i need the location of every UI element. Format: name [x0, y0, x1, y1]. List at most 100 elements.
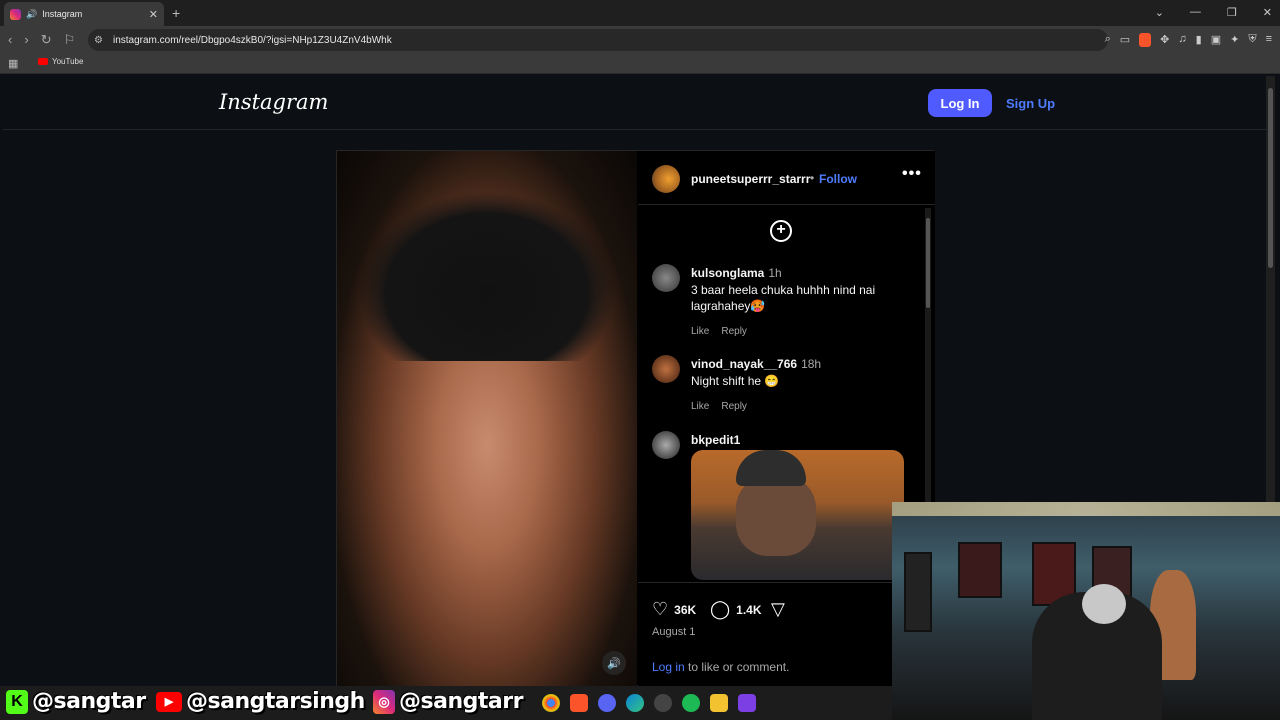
comments-list[interactable]: + kulsonglama 1h 3 baar heela chuka huhhh…: [638, 206, 935, 582]
like-link[interactable]: Like: [691, 326, 709, 337]
comment-time: 18h: [801, 357, 822, 371]
reply-link[interactable]: Reply: [721, 326, 747, 337]
wallet-icon[interactable]: ▣: [1211, 33, 1221, 47]
kick-handle: K @sangtar: [6, 689, 146, 714]
share-icon[interactable]: ▽: [771, 599, 785, 620]
bookmark-youtube[interactable]: YouTube: [38, 57, 83, 66]
login-link[interactable]: Log in: [652, 660, 685, 674]
close-icon[interactable]: ✕: [149, 8, 158, 21]
address-bar: ‹ › ↻ ⚐ ⚙ instagram.com/reel/Dbgpo4szkB0…: [0, 26, 1280, 54]
youtube-icon: ▶: [156, 691, 182, 712]
heart-icon[interactable]: ♡: [652, 599, 668, 620]
comment-username[interactable]: bkpedit1: [691, 433, 740, 447]
edge-icon[interactable]: [626, 694, 644, 712]
instagram-favicon-icon: [10, 8, 21, 20]
forward-icon[interactable]: ›: [24, 32, 28, 48]
spotify-icon[interactable]: [682, 694, 700, 712]
scrollbar-thumb[interactable]: [926, 218, 930, 308]
comment-user-text[interactable]: kulsonglama: [691, 266, 764, 280]
url-field[interactable]: ⚙ instagram.com/reel/Dbgpo4szkB0/?igsi=N…: [88, 29, 1108, 51]
chrome-icon[interactable]: [542, 694, 560, 712]
like-count: 36K: [674, 602, 697, 617]
zoom-icon[interactable]: ⌕: [1105, 33, 1111, 47]
avatar[interactable]: [652, 264, 680, 292]
reply-link[interactable]: Reply: [721, 401, 747, 412]
avatar[interactable]: [652, 355, 680, 383]
leo-icon[interactable]: ✦: [1230, 33, 1239, 47]
speaker-icon[interactable]: 🔊: [26, 9, 37, 20]
kick-handle-text: @sangtar: [32, 689, 146, 714]
instagram-handle-text: @sangtarr: [399, 689, 523, 714]
kick-icon: K: [6, 689, 28, 714]
brave-shield-icon[interactable]: [1139, 33, 1152, 47]
comment-gif-image[interactable]: [691, 450, 904, 580]
comment-time: 1h: [768, 266, 782, 280]
wall-poster: [958, 542, 1002, 598]
post-username[interactable]: puneetsuperrr_starrr: [691, 172, 810, 186]
new-tab-icon[interactable]: +: [172, 5, 180, 21]
edit-app-icon[interactable]: [738, 694, 756, 712]
obs-icon[interactable]: [654, 694, 672, 712]
post-header: puneetsuperrr_starrr • Follow •••: [638, 151, 935, 205]
browser-tab-bar: 🔊 Instagram ✕ + ⌄ — ❐ ✕: [0, 0, 1280, 26]
comment-text: Night shift he 😁: [691, 374, 780, 388]
extension-icons: ⌕ ▭ ✥ ♫ ▮ ▣ ✦ ⛨ ≡: [1105, 33, 1272, 47]
discord-icon[interactable]: [598, 694, 616, 712]
restore-icon[interactable]: ❐: [1227, 6, 1237, 19]
reel-video[interactable]: 🔊: [337, 151, 637, 687]
reel-card: 🔊 puneetsuperrr_starrr • Follow ••• + ku…: [336, 150, 935, 687]
close-window-icon[interactable]: ✕: [1263, 6, 1272, 19]
cast-icon[interactable]: ▭: [1120, 33, 1130, 47]
file-explorer-icon[interactable]: [710, 694, 728, 712]
more-options-icon[interactable]: •••: [902, 165, 922, 183]
avatar[interactable]: [652, 165, 680, 193]
comment-username[interactable]: kulsonglama 1h: [691, 266, 782, 280]
bookmark-icon[interactable]: ⚐: [64, 32, 76, 48]
browser-tab[interactable]: 🔊 Instagram ✕: [4, 2, 164, 26]
extensions-icon[interactable]: ✥: [1160, 33, 1169, 47]
comment-count: 1.4K: [736, 602, 762, 617]
comment-user-text[interactable]: vinod_nayak__766: [691, 357, 797, 371]
ig-header: Instagram Log In Sign Up: [3, 76, 1268, 130]
headphones: [1082, 584, 1126, 624]
like-link[interactable]: Like: [691, 401, 709, 412]
comment-stat[interactable]: ◯ 1.4K: [710, 599, 762, 620]
minimize-icon[interactable]: —: [1190, 6, 1201, 19]
taskbar-apps: [542, 694, 756, 712]
chevron-down-icon[interactable]: ⌄: [1155, 6, 1164, 19]
post-date: August 1: [652, 626, 696, 638]
gif-frame: [736, 476, 816, 556]
window-controls: ⌄ — ❐ ✕: [1155, 6, 1272, 19]
reload-icon[interactable]: ↻: [41, 32, 52, 48]
list-item: bkpedit1: [652, 431, 912, 582]
follow-button[interactable]: Follow: [819, 172, 857, 186]
bookmark-label: YouTube: [52, 57, 84, 66]
vpn-icon[interactable]: ⛨: [1248, 33, 1256, 47]
list-item: vinod_nayak__766 18h Night shift he 😁 Lik…: [652, 355, 912, 415]
login-prompt: Log in to like or comment.: [652, 660, 789, 674]
comment-icon[interactable]: ◯: [710, 599, 730, 620]
comment-username[interactable]: vinod_nayak__766 18h: [691, 357, 821, 371]
site-info-icon[interactable]: ⚙: [94, 35, 103, 46]
instagram-icon: ◎: [373, 689, 395, 714]
music-icon[interactable]: ♫: [1178, 33, 1186, 47]
avatar[interactable]: [652, 431, 680, 459]
like-stat[interactable]: ♡ 36K: [652, 599, 696, 620]
login-button[interactable]: Log In: [928, 89, 992, 117]
instagram-handle: ◎ @sangtarr: [373, 689, 523, 714]
brave-icon[interactable]: [570, 694, 588, 712]
share-stat[interactable]: ▽: [771, 599, 785, 620]
back-icon[interactable]: ‹: [8, 32, 12, 48]
taskbar: K @sangtar ▶ @sangtarsingh ◎ @sangtarr: [0, 686, 892, 720]
sidebar-icon[interactable]: ▮: [1196, 33, 1202, 47]
signup-link[interactable]: Sign Up: [1006, 96, 1055, 111]
apps-grid-icon[interactable]: ▦: [8, 57, 18, 70]
volume-icon[interactable]: 🔊: [602, 651, 626, 675]
load-more-icon[interactable]: +: [770, 220, 792, 242]
scrollbar-thumb[interactable]: [1268, 88, 1273, 268]
comment-actions: Like Reply: [691, 401, 747, 412]
led-lights: [892, 502, 1280, 516]
instagram-logo[interactable]: Instagram: [219, 90, 328, 114]
menu-icon[interactable]: ≡: [1266, 33, 1272, 47]
url-text[interactable]: instagram.com/reel/Dbgpo4szkB0/?igsi=NHp…: [113, 35, 392, 46]
